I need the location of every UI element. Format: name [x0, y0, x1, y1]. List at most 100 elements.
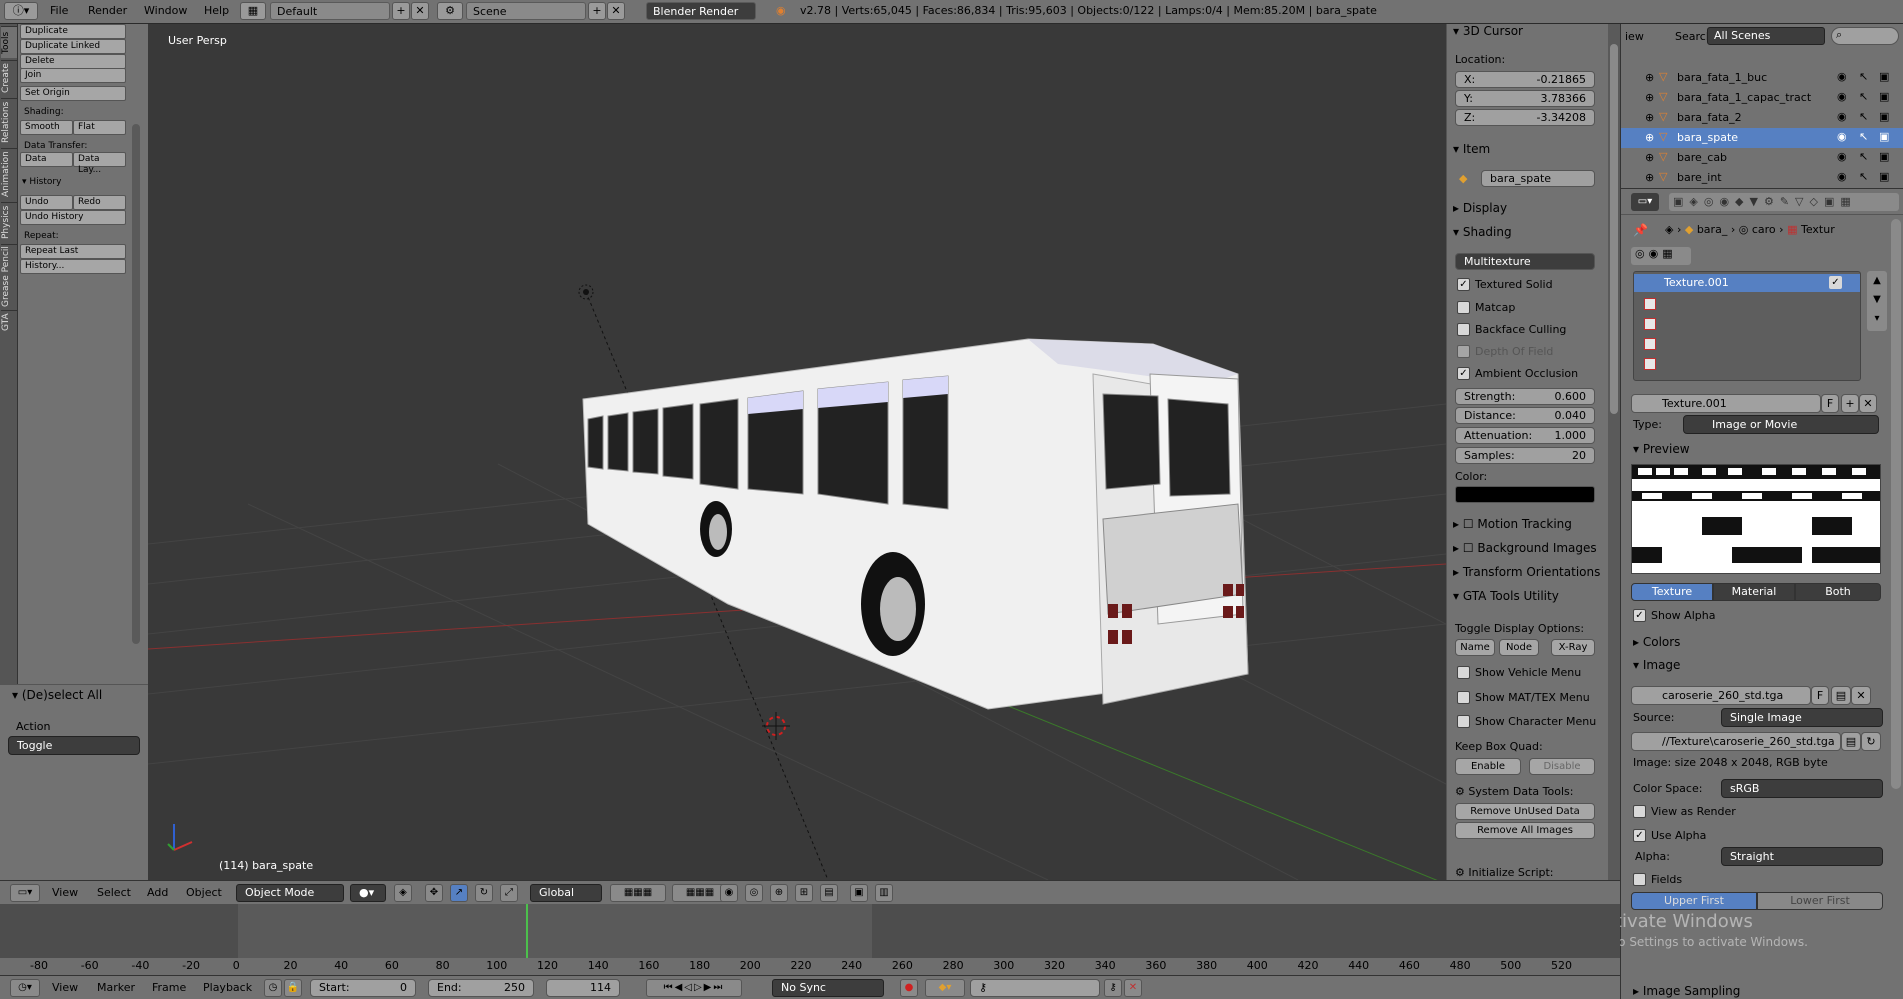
- file-browse-icon[interactable]: ▤: [1841, 732, 1861, 751]
- tab-animation[interactable]: Animation: [1, 148, 17, 200]
- action-dropdown[interactable]: Toggle: [8, 736, 140, 755]
- menu-add[interactable]: Add: [147, 886, 168, 899]
- repeat-last-button[interactable]: Repeat Last: [20, 244, 126, 259]
- layers-1-icon[interactable]: ▦▦▦: [610, 884, 666, 902]
- eye-icon[interactable]: ◉: [1837, 170, 1847, 183]
- current-frame-field[interactable]: 114: [546, 979, 620, 997]
- display-panel-header[interactable]: ▸ Display: [1453, 201, 1507, 215]
- cursor-z-field[interactable]: Z: -3.34208: [1455, 109, 1595, 126]
- cursor-select-icon[interactable]: ↖: [1859, 90, 1868, 103]
- expand-icon[interactable]: ⊕: [1645, 151, 1654, 164]
- pin-icon[interactable]: 📌: [1633, 223, 1648, 237]
- current-frame-cursor[interactable]: [526, 904, 528, 958]
- snap-icon[interactable]: ⊕: [770, 884, 788, 902]
- attenuation-field[interactable]: Attenuation: 1.000: [1455, 427, 1595, 444]
- history-panel-header[interactable]: ▾ History: [22, 177, 61, 187]
- texture-slot-icon[interactable]: [1644, 358, 1656, 370]
- close-scene-icon[interactable]: ✕: [607, 2, 625, 20]
- cursor-x-field[interactable]: X: -0.21865: [1455, 71, 1595, 88]
- pivot-icon[interactable]: ◈: [394, 884, 412, 902]
- distance-field[interactable]: Distance: 0.040: [1455, 407, 1595, 424]
- delete-keyframe-icon[interactable]: ✕: [1124, 979, 1142, 997]
- render-toggle-icon[interactable]: ▣: [1879, 110, 1889, 123]
- outliner-item[interactable]: ⊕ ▽ bara_fata_1_capac_tract ◉ ↖ ▣: [1621, 88, 1903, 108]
- editor-type-icon[interactable]: ▭▾: [10, 884, 40, 902]
- layout-icon[interactable]: ▦: [240, 2, 266, 20]
- tab-grease-pencil[interactable]: Grease Pencil: [1, 244, 17, 308]
- rotate-icon[interactable]: ↻: [475, 884, 493, 902]
- close-layout-icon[interactable]: ✕: [411, 2, 429, 20]
- data-button[interactable]: Data: [20, 152, 73, 167]
- outliner-scenes-dropdown[interactable]: All Scenes: [1707, 27, 1825, 45]
- backface-checkbox[interactable]: [1457, 323, 1470, 336]
- ao-color-swatch[interactable]: [1455, 486, 1595, 503]
- texture-slot-icon[interactable]: [1644, 338, 1656, 350]
- gta-panel-header[interactable]: ▾ GTA Tools Utility: [1453, 589, 1559, 603]
- texture-name-field[interactable]: Texture.001: [1631, 394, 1821, 413]
- keying-icon[interactable]: ◆▾: [925, 979, 965, 997]
- cursor-select-icon[interactable]: ↖: [1859, 70, 1868, 83]
- texture-unlink-icon[interactable]: ✕: [1859, 394, 1877, 413]
- show-character-checkbox[interactable]: [1457, 715, 1470, 728]
- breadcrumb-texture[interactable]: Textur: [1801, 223, 1835, 236]
- breadcrumb-object[interactable]: bara_: [1697, 223, 1728, 236]
- menu-select[interactable]: Select: [97, 886, 131, 899]
- dof-checkbox[interactable]: [1457, 345, 1470, 358]
- undo-history-button[interactable]: Undo History: [20, 210, 126, 225]
- motion-tracking-header[interactable]: ▸ ☐ Motion Tracking: [1453, 517, 1572, 531]
- lamp-icon[interactable]: [578, 284, 594, 300]
- outliner-search-input[interactable]: ⌕: [1831, 27, 1899, 45]
- preview-range-icon[interactable]: ◷: [264, 979, 282, 997]
- lower-first-button[interactable]: Lower First: [1757, 892, 1883, 910]
- image-fake-user-button[interactable]: F: [1811, 686, 1829, 705]
- outliner-item[interactable]: ⊕ ▽ bare_int ◉ ↖ ▣: [1621, 168, 1903, 188]
- delete-button[interactable]: Delete: [20, 54, 126, 69]
- render-toggle-icon[interactable]: ▣: [1879, 150, 1889, 163]
- texture-slot-icon[interactable]: [1644, 298, 1656, 310]
- flat-button[interactable]: Flat: [73, 120, 126, 135]
- texture-slot-icon[interactable]: [1644, 318, 1656, 330]
- colorspace-dropdown[interactable]: sRGB: [1721, 779, 1883, 798]
- toolshelf-scrollbar[interactable]: [132, 124, 140, 644]
- texture-context-icons[interactable]: ◎◉▦: [1631, 247, 1691, 265]
- strength-field[interactable]: Strength: 0.600: [1455, 388, 1595, 405]
- outliner-view-menu[interactable]: iew: [1625, 30, 1644, 43]
- lock-icon[interactable]: 🔒: [284, 979, 302, 997]
- timeline[interactable]: -80 -60 -40 -20 0 20 40 60 80 100 120 140 160 180 200 2…: [0, 904, 1620, 975]
- manipulator-icon[interactable]: ✥: [425, 884, 443, 902]
- preview-panel-header[interactable]: ▾ Preview: [1633, 442, 1690, 456]
- snap-target-icon[interactable]: ⊞: [795, 884, 813, 902]
- cursor-y-field[interactable]: Y: 3.78366: [1455, 90, 1595, 107]
- duplicate-button[interactable]: Duplicate: [20, 24, 126, 39]
- set-origin-button[interactable]: Set Origin: [20, 86, 126, 101]
- translate-icon[interactable]: ↗: [450, 884, 468, 902]
- preview-tab-material[interactable]: Material: [1713, 583, 1795, 601]
- insert-keyframe-icon[interactable]: ⚷: [1104, 979, 1122, 997]
- cursor-select-icon[interactable]: ↖: [1859, 130, 1868, 143]
- image-panel-header[interactable]: ▾ Image: [1633, 658, 1680, 672]
- operator-title[interactable]: ▾ (De)select All: [12, 688, 102, 702]
- sidebar-scroll-thumb[interactable]: [1610, 44, 1618, 414]
- timeline-menu-frame[interactable]: Frame: [152, 981, 186, 994]
- texture-slot-active[interactable]: Texture.001 ✓: [1634, 274, 1860, 292]
- sidebar-scrollbar[interactable]: [1608, 24, 1620, 880]
- screen-layout-field[interactable]: Default: [270, 2, 390, 20]
- image-unlink-icon[interactable]: ✕: [1851, 686, 1871, 705]
- slot-move-buttons[interactable]: ▲ ▼ ▾: [1867, 271, 1887, 331]
- editor-type-icon[interactable]: ▭▾: [1631, 193, 1659, 211]
- preview-tab-both[interactable]: Both: [1795, 583, 1881, 601]
- show-vehicle-checkbox[interactable]: [1457, 666, 1470, 679]
- render-toggle-icon[interactable]: ▣: [1879, 170, 1889, 183]
- eye-icon[interactable]: ◉: [1837, 90, 1847, 103]
- expand-icon[interactable]: ⊕: [1645, 131, 1654, 144]
- scene-icon[interactable]: ⚙: [437, 2, 463, 20]
- eye-icon[interactable]: ◉: [1837, 150, 1847, 163]
- menu-view[interactable]: View: [52, 886, 78, 899]
- tab-tools[interactable]: Tools: [1, 26, 17, 58]
- smooth-button[interactable]: Smooth: [20, 120, 73, 135]
- expand-icon[interactable]: ⊕: [1645, 171, 1654, 184]
- tab-relations[interactable]: Relations: [1, 98, 17, 146]
- render-toggle-icon[interactable]: ▣: [1879, 70, 1889, 83]
- colors-panel-header[interactable]: ▸ Colors: [1633, 635, 1680, 649]
- undo-button[interactable]: Undo: [20, 195, 73, 210]
